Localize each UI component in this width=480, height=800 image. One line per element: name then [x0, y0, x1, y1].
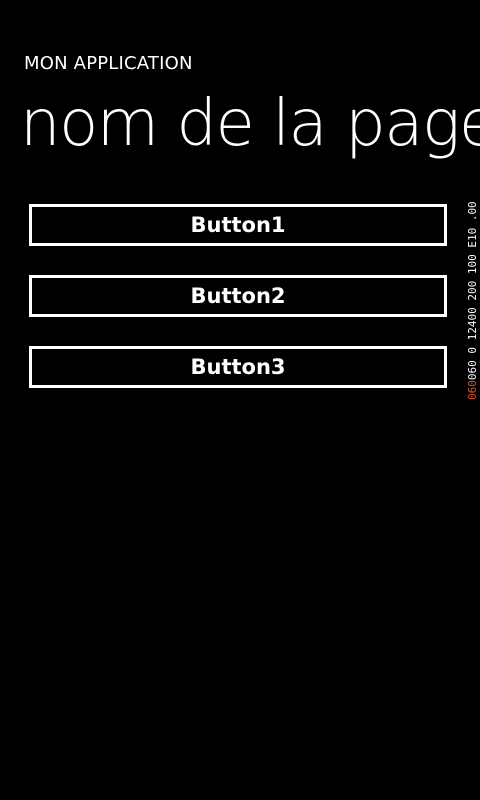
button-1[interactable]: Button1 — [29, 204, 447, 246]
page-title: nom de la page — [20, 87, 480, 161]
app-title: MON APPLICATION — [24, 53, 193, 74]
frame-rate-counter: 060 0 12400 200 100 E10 .00 060 — [465, 28, 480, 400]
button-2[interactable]: Button2 — [29, 275, 447, 317]
button-3[interactable]: Button3 — [29, 346, 447, 388]
frame-rate-counter-values: 060 0 12400 200 100 E10 .00 — [466, 194, 479, 381]
frame-rate-counter-accent: 060 — [466, 380, 479, 400]
